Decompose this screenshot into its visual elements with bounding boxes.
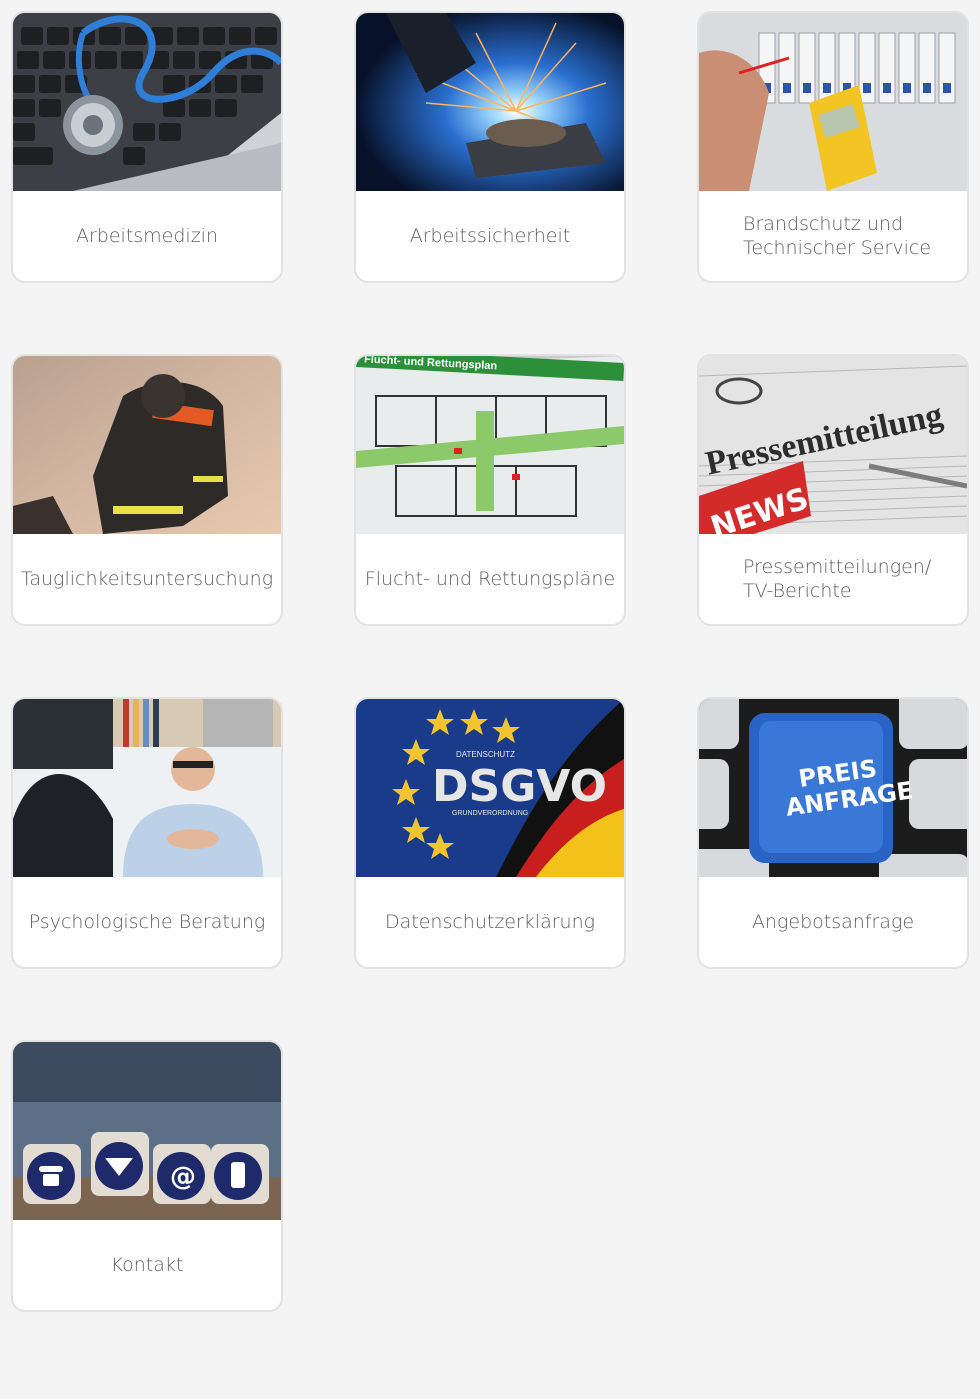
tile-label: Flucht- und Rettungspläne (364, 534, 616, 624)
tile-label: Angebotsanfrage (707, 877, 959, 967)
tile-datenschutzerklaerung[interactable]: DATENSCHUTZ DSGVO GRUNDVERORDNUNG Datens… (354, 697, 626, 969)
tile-brandschutz[interactable]: Brandschutz und Technischer Service (697, 11, 969, 283)
at-symbol: @ (170, 1162, 196, 1192)
tile-label-text: Angebotsanfrage (751, 911, 915, 933)
tile-arbeitssicherheit[interactable]: Arbeitssicherheit (354, 11, 626, 283)
tile-label: Arbeitsmedizin (21, 191, 273, 281)
tile-label: Pressemitteilungen/ TV-Berichte (707, 534, 959, 624)
tile-label-text: Datenschutzerklärung (384, 911, 596, 933)
tile-label-text: Brandschutz und Technischer Service (743, 213, 932, 259)
tile-label: Kontakt (21, 1220, 273, 1310)
tile-psychologische-beratung[interactable]: Psychologische Beratung (11, 697, 283, 969)
tile-label: Brandschutz und Technischer Service (707, 191, 959, 281)
electrician-multimeter-image (699, 13, 967, 191)
escape-plan-image: Flucht- und Rettungsplan (356, 356, 624, 534)
tile-pressemitteilungen[interactable]: Pressemitteilung NEWS Pressemitteilungen… (697, 354, 969, 626)
tile-label: Psychologische Beratung (21, 877, 273, 967)
firefighter-image (13, 356, 281, 534)
tile-kontakt[interactable]: @ Kontakt (11, 1040, 283, 1312)
gdpr-bottom-text: GRUNDVERORDNUNG (452, 810, 528, 817)
page: { "tiles": [ { "label": "Arbeitsmedizin"… (0, 0, 980, 1399)
tile-label-text: Arbeitsmedizin (75, 225, 219, 247)
stethoscope-on-keyboard-image (13, 13, 281, 191)
price-request-key-image: PREIS ANFRAGE (699, 699, 967, 877)
tile-label-text: Arbeitssicherheit (409, 225, 571, 247)
gdpr-top-text: DATENSCHUTZ (456, 750, 515, 759)
gdpr-flag-image: DATENSCHUTZ DSGVO GRUNDVERORDNUNG (356, 699, 624, 877)
tile-label-text: Flucht- und Rettungspläne (364, 568, 616, 590)
tile-flucht-und-rettungsplaene[interactable]: Flucht- und Rettungsplan Flucht- und Ret… (354, 354, 626, 626)
tile-label-text: Psychologische Beratung (28, 911, 266, 933)
tile-angebotsanfrage[interactable]: PREIS ANFRAGE Angebotsanfrage (697, 697, 969, 969)
gdpr-title-text: DSGVO (432, 761, 607, 812)
tile-label-text: Tauglichkeitsuntersuchung (20, 568, 274, 590)
newspaper-news-image: Pressemitteilung NEWS (699, 356, 967, 534)
counseling-session-image (13, 699, 281, 877)
welding-sparks-image (356, 13, 624, 191)
tile-label: Tauglichkeitsuntersuchung (21, 534, 273, 624)
tile-tauglichkeitsuntersuchung[interactable]: Tauglichkeitsuntersuchung (11, 354, 283, 626)
tile-arbeitsmedizin[interactable]: Arbeitsmedizin (11, 11, 283, 283)
tile-label-text: Pressemitteilungen/ TV-Berichte (743, 556, 932, 602)
tile-label-text: Kontakt (110, 1254, 184, 1276)
tile-label: Datenschutzerklärung (364, 877, 616, 967)
contact-dice-image: @ (13, 1042, 281, 1220)
tile-label: Arbeitssicherheit (364, 191, 616, 281)
